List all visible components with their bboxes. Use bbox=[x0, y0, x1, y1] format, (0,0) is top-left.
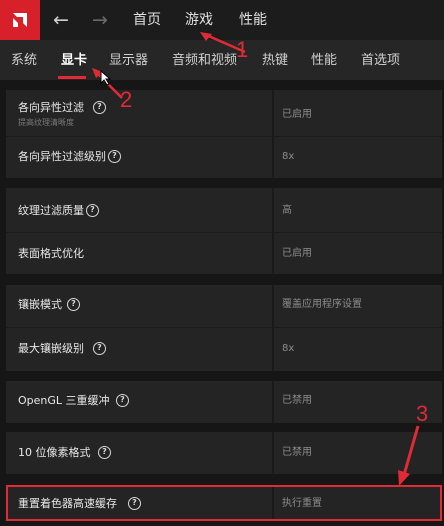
setting-row-reset-shader-cache[interactable]: 重置着色器高速缓存 ? 执行重置 bbox=[8, 487, 444, 519]
setting-row-max-tessellation[interactable]: 最大镶嵌级别 ? 8x bbox=[6, 328, 442, 371]
subtab-display[interactable]: 显示器 bbox=[109, 52, 148, 70]
setting-row-opengl-triple-buffering[interactable]: OpenGL 三重缓冲 ? 已禁用 bbox=[6, 381, 442, 423]
setting-description: 提高纹理清晰度 bbox=[18, 118, 74, 127]
setting-label: 各向异性过滤级别 bbox=[18, 150, 106, 163]
help-icon[interactable]: ? bbox=[98, 446, 111, 459]
mouse-cursor-icon bbox=[100, 70, 112, 86]
setting-row-surface-format[interactable]: 表面格式优化 已启用 bbox=[6, 233, 442, 274]
help-icon[interactable]: ? bbox=[93, 101, 106, 114]
setting-row-tessellation-mode[interactable]: 镶嵌模式 ? 覆盖应用程序设置 bbox=[6, 285, 442, 327]
tab-gaming[interactable]: 游戏 bbox=[185, 10, 213, 30]
amd-logo[interactable] bbox=[0, 0, 40, 40]
settings-group-texture: 纹理过滤质量 ? 高 表面格式优化 已启用 bbox=[6, 188, 442, 274]
setting-value[interactable]: 已启用 bbox=[282, 108, 312, 122]
tab-home[interactable]: 首页 bbox=[133, 10, 161, 30]
setting-label: 10 位像素格式 bbox=[18, 446, 91, 459]
annotation-number-1: 1 bbox=[236, 37, 249, 62]
setting-value[interactable]: 高 bbox=[282, 204, 292, 218]
tab-performance[interactable]: 性能 bbox=[239, 10, 267, 30]
help-icon[interactable]: ? bbox=[86, 204, 99, 217]
setting-value[interactable]: 覆盖应用程序设置 bbox=[282, 298, 362, 312]
setting-label: 重置着色器高速缓存 bbox=[18, 497, 117, 510]
forward-arrow-icon[interactable]: → bbox=[92, 8, 108, 32]
setting-row-texture-quality[interactable]: 纹理过滤质量 ? 高 bbox=[6, 188, 442, 232]
active-tab-underline bbox=[58, 76, 86, 79]
help-icon[interactable]: ? bbox=[93, 342, 106, 355]
help-icon[interactable]: ? bbox=[67, 298, 80, 311]
setting-label: 镶嵌模式 bbox=[18, 298, 62, 311]
annotation-number-3: 3 bbox=[416, 401, 429, 426]
setting-label: 纹理过滤质量 bbox=[18, 204, 84, 217]
subtab-performance[interactable]: 性能 bbox=[311, 52, 337, 70]
reset-shader-cache-button[interactable]: 执行重置 bbox=[282, 497, 322, 511]
settings-group-opengl: OpenGL 三重缓冲 ? 已禁用 bbox=[6, 381, 442, 423]
subtab-system[interactable]: 系统 bbox=[11, 52, 37, 70]
subtab-hotkeys[interactable]: 热键 bbox=[262, 52, 288, 70]
setting-row-anisotropic-filtering[interactable]: 各向异性过滤 ? 提高纹理清晰度 已启用 bbox=[6, 90, 442, 136]
setting-value[interactable]: 8x bbox=[282, 150, 294, 164]
subtab-preferences[interactable]: 首选项 bbox=[361, 52, 400, 70]
setting-value[interactable]: 已禁用 bbox=[282, 446, 312, 460]
settings-group-pixel-format: 10 位像素格式 ? 已禁用 bbox=[6, 432, 442, 474]
subtab-audio-video[interactable]: 音频和视频 bbox=[172, 52, 237, 70]
help-icon[interactable]: ? bbox=[116, 394, 129, 407]
setting-row-10bit-pixel-format[interactable]: 10 位像素格式 ? 已禁用 bbox=[6, 432, 442, 474]
setting-value[interactable]: 已启用 bbox=[282, 247, 312, 261]
setting-row-anisotropic-level[interactable]: 各向异性过滤级别 ? 8x bbox=[6, 137, 442, 178]
setting-label: 各向异性过滤 bbox=[18, 101, 84, 114]
subtab-graphics[interactable]: 显卡 bbox=[61, 52, 87, 70]
top-navigation-bar: ← → 首页 游戏 性能 bbox=[0, 0, 444, 40]
settings-group-tessellation: 镶嵌模式 ? 覆盖应用程序设置 最大镶嵌级别 ? 8x bbox=[6, 285, 442, 371]
setting-value[interactable]: 8x bbox=[282, 342, 294, 356]
setting-value[interactable]: 已禁用 bbox=[282, 394, 312, 408]
amd-logo-icon bbox=[13, 13, 27, 27]
setting-label: OpenGL 三重缓冲 bbox=[18, 394, 110, 407]
settings-group-shader-cache: 重置着色器高速缓存 ? 执行重置 bbox=[6, 485, 442, 521]
annotation-number-2: 2 bbox=[120, 87, 133, 112]
settings-group-filtering: 各向异性过滤 ? 提高纹理清晰度 已启用 各向异性过滤级别 ? 8x bbox=[6, 90, 442, 178]
setting-label: 表面格式优化 bbox=[18, 247, 84, 260]
help-icon[interactable]: ? bbox=[108, 150, 121, 163]
setting-label: 最大镶嵌级别 bbox=[18, 342, 84, 355]
help-icon[interactable]: ? bbox=[128, 497, 141, 510]
back-arrow-icon[interactable]: ← bbox=[53, 8, 69, 32]
